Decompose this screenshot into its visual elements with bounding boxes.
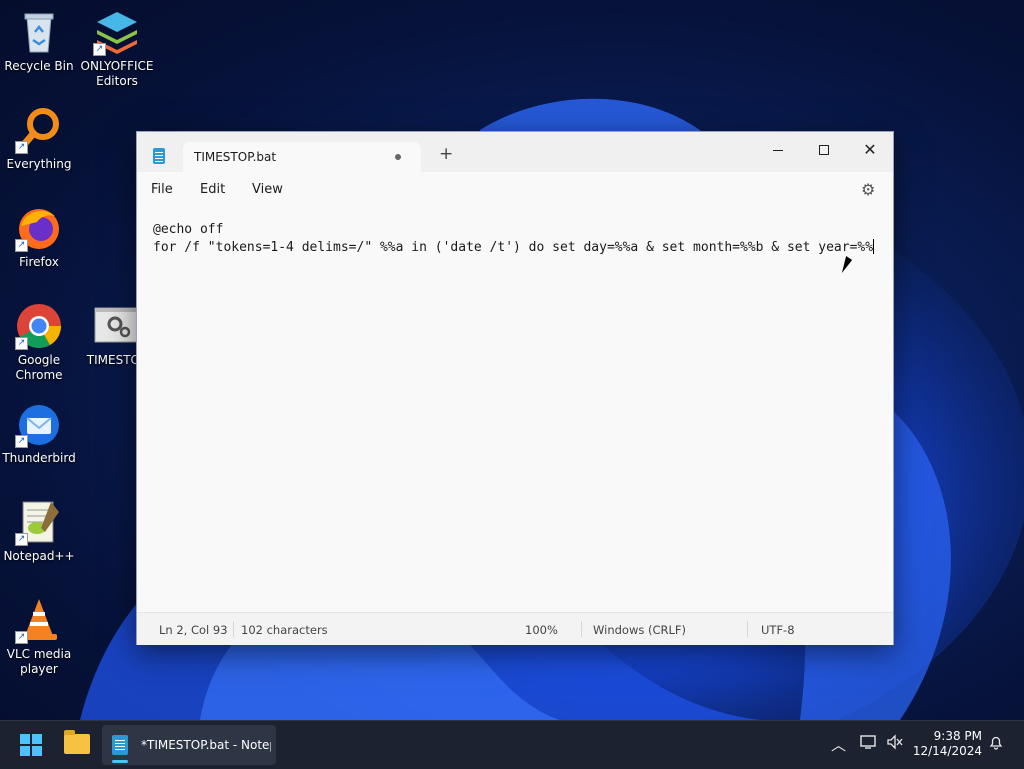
taskbar-app-label: *TIMESTOP.bat - Notepad: [141, 738, 271, 752]
desktop-icon-label: ONLYOFFICE Editors: [80, 59, 154, 88]
desktop-icon-thunderbird[interactable]: ↗ Thunderbird: [0, 400, 78, 466]
tab-timestop[interactable]: TIMESTOP.bat: [183, 142, 421, 172]
network-icon[interactable]: [860, 734, 878, 754]
unsaved-dot-icon[interactable]: [395, 154, 401, 160]
clock-time: 9:38 PM: [933, 729, 982, 743]
text-caret: [873, 239, 875, 254]
close-button[interactable]: ✕: [847, 136, 893, 164]
cursor-position: Ln 2, Col 93: [159, 623, 228, 637]
desktop-icon-onlyoffice[interactable]: ↗ ONLYOFFICE Editors: [78, 8, 156, 89]
shortcut-arrow-icon: ↗: [15, 533, 28, 546]
desktop-icon-firefox[interactable]: ↗ Firefox: [0, 204, 78, 270]
tab-title: TIMESTOP.bat: [194, 150, 277, 164]
notepad-app-icon: [153, 148, 165, 164]
volume-muted-icon[interactable]: [886, 734, 904, 754]
menu-file[interactable]: File: [151, 182, 173, 197]
desktop-icon-label: Notepad++: [3, 549, 75, 563]
everything-search-icon: ↗: [15, 106, 63, 154]
desktop-icon-notepadpp[interactable]: ↗ Notepad++: [0, 498, 78, 564]
desktop-icon-recycle-bin[interactable]: Recycle Bin: [0, 8, 78, 74]
settings-gear-icon[interactable]: ⚙: [861, 180, 875, 199]
file-explorer-icon[interactable]: [64, 730, 90, 754]
chrome-icon: ↗: [15, 302, 63, 350]
onlyoffice-icon: ↗: [93, 8, 141, 56]
editor-content: @echo off for /f "tokens=1-4 delims=/" %…: [153, 221, 875, 257]
active-indicator: [112, 760, 128, 763]
desktop-icon-everything[interactable]: ↗ Everything: [0, 106, 78, 172]
menu-edit[interactable]: Edit: [200, 182, 225, 197]
shortcut-arrow-icon: ↗: [15, 239, 28, 252]
notepad-taskbar-icon: [112, 735, 128, 755]
desktop-icon-label: Thunderbird: [2, 451, 76, 465]
maximize-button[interactable]: [801, 136, 847, 164]
desktop-icon-vlc[interactable]: ↗ VLC media player: [0, 596, 78, 677]
batch-file-gear-icon: [93, 302, 141, 350]
minimize-button[interactable]: [755, 136, 801, 164]
taskbar: *TIMESTOP.bat - Notepad ︿ 9:38 PM 12/14/…: [0, 720, 1024, 769]
encoding[interactable]: UTF-8: [761, 623, 795, 637]
notepad-window[interactable]: TIMESTOP.bat + ✕ File Edit View ⚙ @echo …: [136, 131, 894, 645]
firefox-icon: ↗: [15, 204, 63, 252]
shortcut-arrow-icon: ↗: [93, 43, 106, 56]
shortcut-arrow-icon: ↗: [15, 337, 28, 350]
character-count: 102 characters: [241, 623, 328, 637]
menu-bar: File Edit View ⚙: [137, 172, 893, 206]
line-ending[interactable]: Windows (CRLF): [593, 623, 686, 637]
thunderbird-icon: ↗: [15, 400, 63, 448]
text-editor[interactable]: @echo off for /f "tokens=1-4 delims=/" %…: [137, 206, 893, 612]
new-tab-button[interactable]: +: [439, 146, 453, 163]
shortcut-arrow-icon: ↗: [15, 435, 28, 448]
title-bar[interactable]: TIMESTOP.bat + ✕: [137, 132, 893, 172]
recycle-bin-icon: [15, 8, 63, 56]
status-bar: Ln 2, Col 93 102 characters 100% Windows…: [137, 612, 893, 645]
status-divider: [581, 621, 582, 637]
zoom-level[interactable]: 100%: [525, 623, 558, 637]
desktop-icon-chrome[interactable]: ↗ Google Chrome: [0, 302, 78, 383]
taskbar-notepad-button[interactable]: *TIMESTOP.bat - Notepad: [102, 725, 276, 765]
desktop-icon-label: Google Chrome: [15, 353, 63, 382]
shortcut-arrow-icon: ↗: [15, 631, 28, 644]
menu-view[interactable]: View: [252, 182, 283, 197]
desktop-icon-label: VLC media player: [6, 647, 72, 676]
notepadpp-icon: ↗: [15, 498, 63, 546]
system-clock[interactable]: 9:38 PM 12/14/2024: [912, 729, 982, 759]
clock-date: 12/14/2024: [912, 744, 982, 758]
status-divider: [233, 621, 234, 637]
start-button[interactable]: [20, 734, 42, 756]
shortcut-arrow-icon: ↗: [15, 141, 28, 154]
desktop-icon-label: Firefox: [19, 255, 59, 269]
code-line-1: @echo off: [153, 222, 224, 237]
status-divider: [747, 621, 748, 637]
vlc-icon: ↗: [15, 596, 63, 644]
chevron-up-icon[interactable]: ︿: [831, 734, 846, 755]
desktop-icon-label: Everything: [6, 157, 72, 171]
code-line-2: for /f "tokens=1-4 delims=/" %%a in ('da…: [153, 240, 874, 255]
notification-bell-icon[interactable]: [988, 734, 1004, 754]
desktop-icon-label: Recycle Bin: [4, 59, 74, 73]
